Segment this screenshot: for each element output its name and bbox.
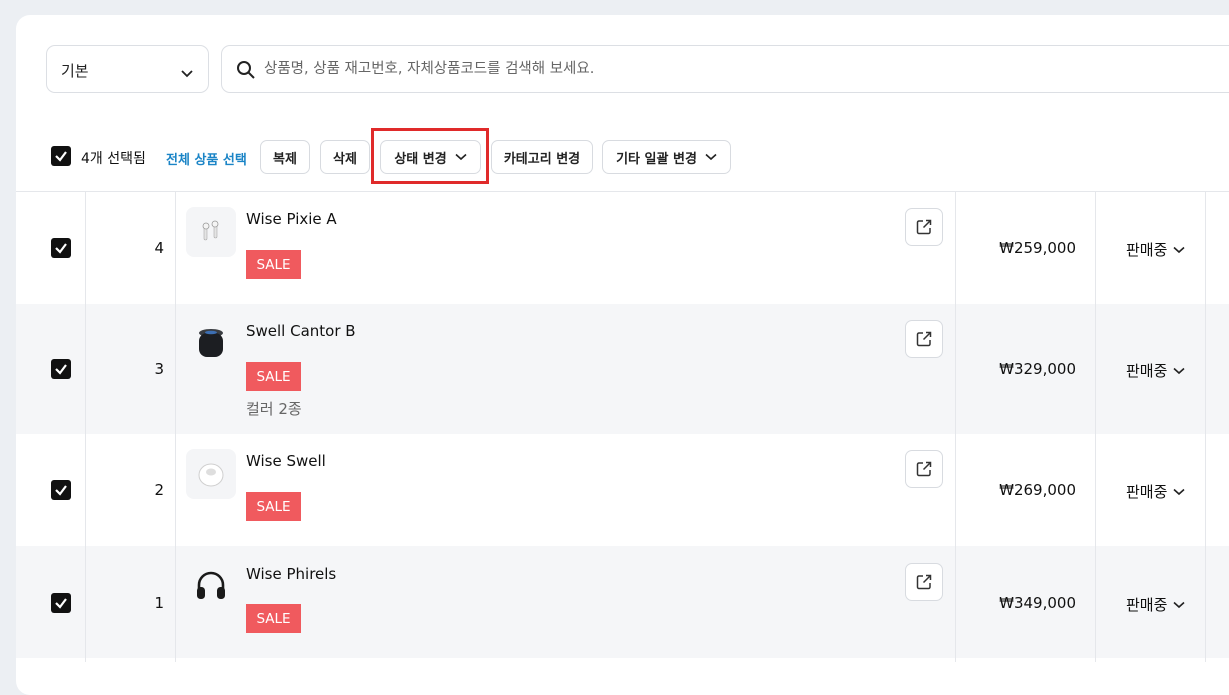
other-bulk-change-button[interactable]: 기타 일괄 변경 bbox=[602, 140, 731, 174]
product-price: ₩269,000 bbox=[999, 481, 1076, 499]
open-external-button[interactable] bbox=[905, 563, 943, 601]
smart-speaker-icon bbox=[199, 329, 223, 357]
select-all-checkbox[interactable] bbox=[51, 146, 71, 166]
product-thumbnail[interactable] bbox=[186, 561, 236, 611]
status-label: 판매중 bbox=[1126, 362, 1168, 380]
sale-badge: SALE bbox=[246, 362, 301, 391]
change-category-label: 카테고리 변경 bbox=[503, 151, 581, 167]
sale-badge: SALE bbox=[246, 604, 301, 633]
chevron-down-icon bbox=[180, 64, 194, 83]
sale-badge-label: SALE bbox=[256, 498, 291, 515]
product-thumbnail[interactable] bbox=[186, 319, 236, 369]
chevron-down-icon bbox=[1173, 367, 1185, 374]
product-price: ₩259,000 bbox=[999, 239, 1076, 257]
column-divider bbox=[175, 192, 176, 662]
external-link-icon bbox=[916, 219, 932, 235]
row-number: 4 bbox=[154, 239, 164, 257]
view-select[interactable]: 기본 bbox=[46, 45, 209, 93]
row-checkbox[interactable] bbox=[51, 359, 71, 379]
external-link-icon bbox=[916, 461, 932, 477]
chevron-down-icon bbox=[1173, 601, 1185, 608]
open-external-button[interactable] bbox=[905, 320, 943, 358]
variant-count: 컬러 2종 bbox=[246, 400, 302, 418]
row-checkbox[interactable] bbox=[51, 593, 71, 613]
copy-button[interactable]: 복제 bbox=[260, 140, 310, 174]
delete-button[interactable]: 삭제 bbox=[320, 140, 370, 174]
row-number: 2 bbox=[154, 481, 164, 499]
product-name[interactable]: Wise Pixie A bbox=[246, 210, 337, 228]
product-thumbnail[interactable] bbox=[186, 449, 236, 499]
open-external-button[interactable] bbox=[905, 450, 943, 488]
product-list-panel: 기본 4개 선택됨 전체 상품 선택 복제 삭제 상태 변경 카테고리 변경 기… bbox=[16, 15, 1229, 695]
product-price: ₩349,000 bbox=[999, 594, 1076, 612]
column-divider bbox=[1095, 192, 1096, 662]
sale-badge: SALE bbox=[246, 492, 301, 521]
other-bulk-change-label: 기타 일괄 변경 bbox=[616, 151, 697, 167]
checkmark-icon bbox=[55, 598, 67, 609]
sale-badge-label: SALE bbox=[256, 368, 291, 385]
copy-button-label: 복제 bbox=[273, 151, 297, 167]
earbuds-icon bbox=[202, 220, 219, 241]
product-name[interactable]: Wise Swell bbox=[246, 452, 326, 470]
status-label: 판매중 bbox=[1126, 596, 1168, 614]
mini-speaker-icon bbox=[198, 463, 224, 487]
chevron-down-icon bbox=[1173, 246, 1185, 253]
status-dropdown[interactable]: 판매중 bbox=[1126, 360, 1185, 381]
chevron-down-icon bbox=[705, 153, 717, 161]
status-dropdown[interactable]: 판매중 bbox=[1126, 594, 1185, 615]
status-label: 판매중 bbox=[1126, 241, 1168, 259]
sale-badge-label: SALE bbox=[256, 610, 291, 627]
search-icon bbox=[236, 60, 256, 84]
open-external-button[interactable] bbox=[905, 208, 943, 246]
product-price: ₩329,000 bbox=[999, 360, 1076, 378]
change-category-button[interactable]: 카테고리 변경 bbox=[491, 140, 593, 174]
sale-badge-label: SALE bbox=[256, 256, 291, 273]
column-divider bbox=[1205, 192, 1206, 662]
search-box[interactable] bbox=[221, 45, 1229, 93]
select-all-products-link[interactable]: 전체 상품 선택 bbox=[166, 149, 247, 168]
row-number: 3 bbox=[154, 360, 164, 378]
highlight-box bbox=[371, 128, 489, 184]
column-divider bbox=[85, 192, 86, 662]
view-select-label: 기본 bbox=[61, 62, 89, 80]
product-thumbnail[interactable] bbox=[186, 207, 236, 257]
external-link-icon bbox=[916, 574, 932, 590]
selected-count: 4개 선택됨 bbox=[81, 151, 146, 167]
sale-badge: SALE bbox=[246, 250, 301, 279]
external-link-icon bbox=[916, 331, 932, 347]
search-input[interactable] bbox=[264, 58, 964, 80]
product-name[interactable]: Swell Cantor B bbox=[246, 322, 356, 340]
row-checkbox[interactable] bbox=[51, 480, 71, 500]
status-dropdown[interactable]: 판매중 bbox=[1126, 239, 1185, 260]
checkmark-icon bbox=[55, 243, 67, 254]
checkmark-icon bbox=[55, 485, 67, 496]
row-checkbox[interactable] bbox=[51, 238, 71, 258]
delete-button-label: 삭제 bbox=[333, 151, 357, 167]
checkmark-icon bbox=[55, 364, 67, 375]
headphones-icon bbox=[197, 571, 225, 599]
column-divider bbox=[955, 192, 956, 662]
status-dropdown[interactable]: 판매중 bbox=[1126, 481, 1185, 502]
status-label: 판매중 bbox=[1126, 483, 1168, 501]
product-name[interactable]: Wise Phirels bbox=[246, 565, 336, 583]
chevron-down-icon bbox=[1173, 488, 1185, 495]
row-number: 1 bbox=[154, 594, 164, 612]
checkmark-icon bbox=[55, 151, 67, 162]
